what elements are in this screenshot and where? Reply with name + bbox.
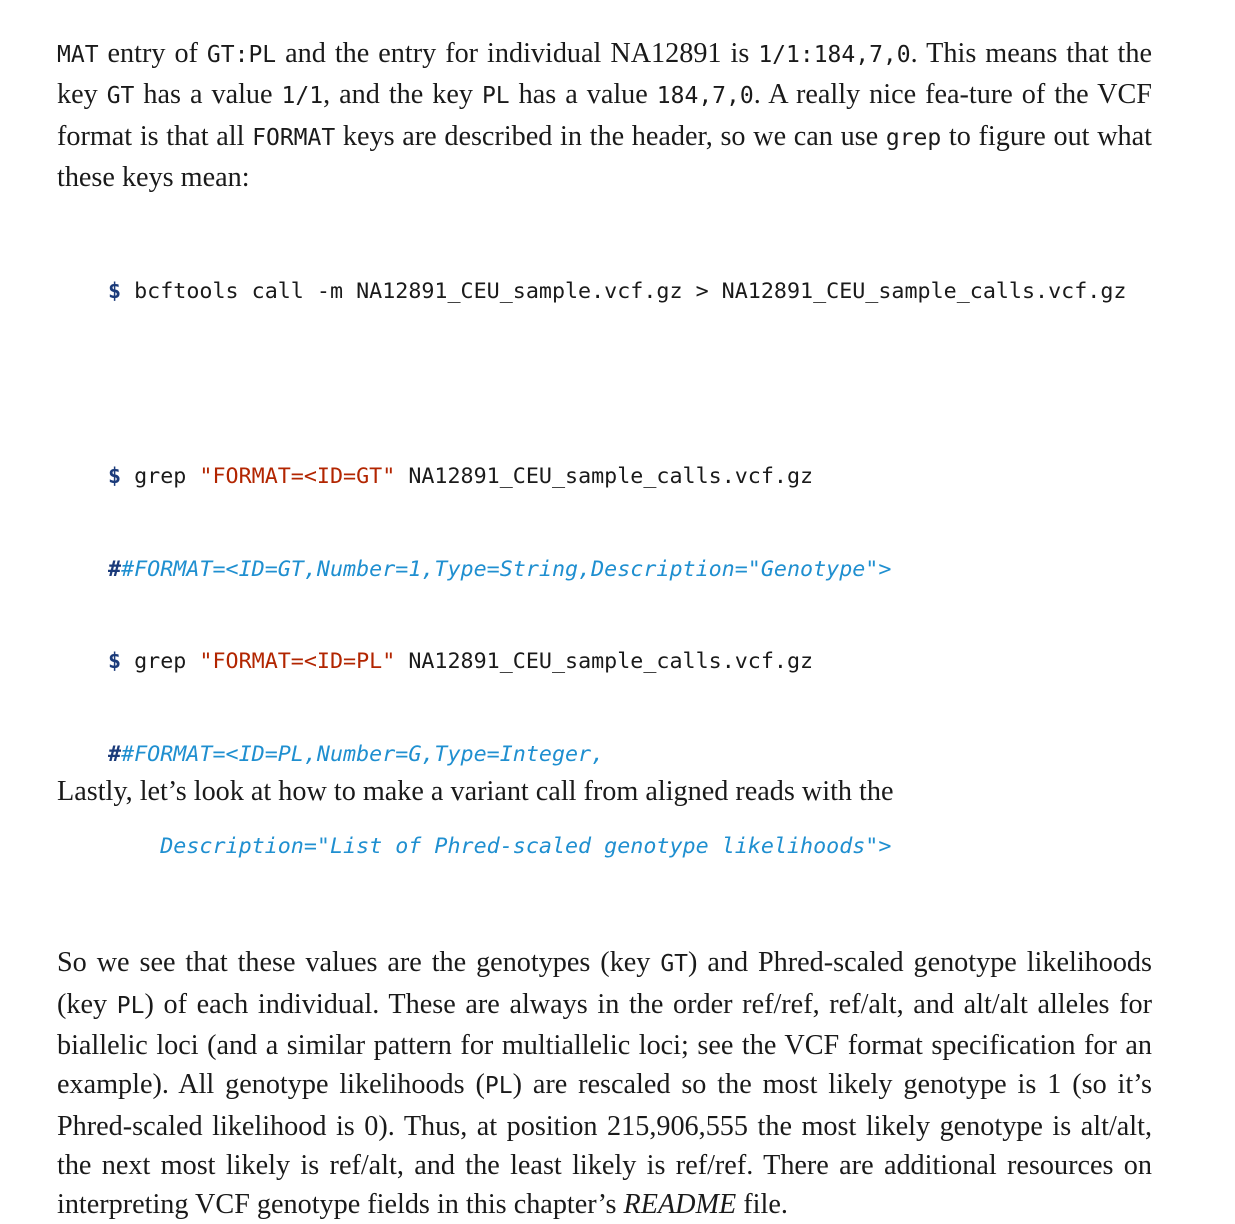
code-text: NA12891_CEU_sample_calls.vcf.gz xyxy=(395,649,814,675)
inline-code: grep xyxy=(885,124,942,151)
inline-code: PL xyxy=(484,1073,513,1100)
comment-hash: # xyxy=(108,556,122,582)
text-run: keys are described in the header, so we … xyxy=(335,120,886,152)
text-run: and the entry for individual NA12891 is xyxy=(276,38,759,69)
text-run: has a value xyxy=(509,79,657,111)
inline-code: PL xyxy=(481,83,510,110)
text-run: entry of xyxy=(98,38,207,69)
shell-prompt: $ xyxy=(108,464,122,490)
inline-code: FORMAT xyxy=(252,124,336,151)
cut-off-text: Lastly, let’s look at how to make a vari… xyxy=(57,776,894,806)
shell-prompt: $ xyxy=(108,649,122,675)
inline-code: MAT xyxy=(57,42,99,68)
code-output-line: ##FORMAT=<ID=PL,Number=G,Type=Integer, xyxy=(108,740,1152,771)
paragraph-genotype-explanation: So we see that these values are the geno… xyxy=(57,943,1152,1224)
inline-code: GT xyxy=(660,951,689,978)
code-string: "FORMAT=<ID=PL" xyxy=(199,649,396,675)
code-comment: #FORMAT=<ID=PL,Number=G,Type=Integer, xyxy=(121,741,605,767)
code-output-line: ##FORMAT=<ID=GT,Number=1,Type=String,Des… xyxy=(108,555,1152,586)
shell-prompt: $ xyxy=(108,278,122,304)
cut-off-next-line: Lastly, let’s look at how to make a vari… xyxy=(57,776,1152,806)
code-line: $ grep "FORMAT=<ID=PL" NA12891_CEU_sampl… xyxy=(108,647,1152,678)
inline-code: GT:PL xyxy=(206,42,277,68)
code-output-line: Description="List of Phred-scaled genoty… xyxy=(108,832,1152,863)
code-block: $ bcftools call -m NA12891_CEU_sample.vc… xyxy=(57,215,1152,924)
inline-code: 1/1:184,7,0 xyxy=(758,42,911,68)
italic-filename: README xyxy=(623,1189,737,1221)
text-run: , and the key xyxy=(323,79,482,111)
code-text: grep xyxy=(121,649,200,675)
comment-hash: # xyxy=(108,741,122,767)
code-text: NA12891_CEU_sample_calls.vcf.gz xyxy=(395,464,814,490)
text-run: file. xyxy=(736,1189,788,1221)
code-comment: #FORMAT=<ID=GT,Number=1,Type=String,Desc… xyxy=(121,556,892,582)
inline-code: PL xyxy=(116,992,145,1019)
inline-code: 184,7,0 xyxy=(656,83,754,110)
paragraph-format-keys: MAT entry of GT:PL and the entry for ind… xyxy=(57,34,1152,197)
code-string: "FORMAT=<ID=GT" xyxy=(199,464,396,490)
inline-code: 1/1 xyxy=(281,83,324,110)
inline-code: GT xyxy=(106,83,135,110)
code-text: grep xyxy=(121,464,200,490)
code-text: bcftools call -m NA12891_CEU_sample.vcf.… xyxy=(121,278,1127,304)
code-line: $ grep "FORMAT=<ID=GT" NA12891_CEU_sampl… xyxy=(108,462,1152,493)
text-run: So we see that these values are the geno… xyxy=(57,947,661,979)
book-page: MAT entry of GT:PL and the entry for ind… xyxy=(57,34,1152,1224)
text-run: has a value xyxy=(134,79,282,111)
code-line: $ bcftools call -m NA12891_CEU_sample.vc… xyxy=(108,277,1152,308)
code-comment: Description="List of Phred-scaled genoty… xyxy=(108,833,892,859)
